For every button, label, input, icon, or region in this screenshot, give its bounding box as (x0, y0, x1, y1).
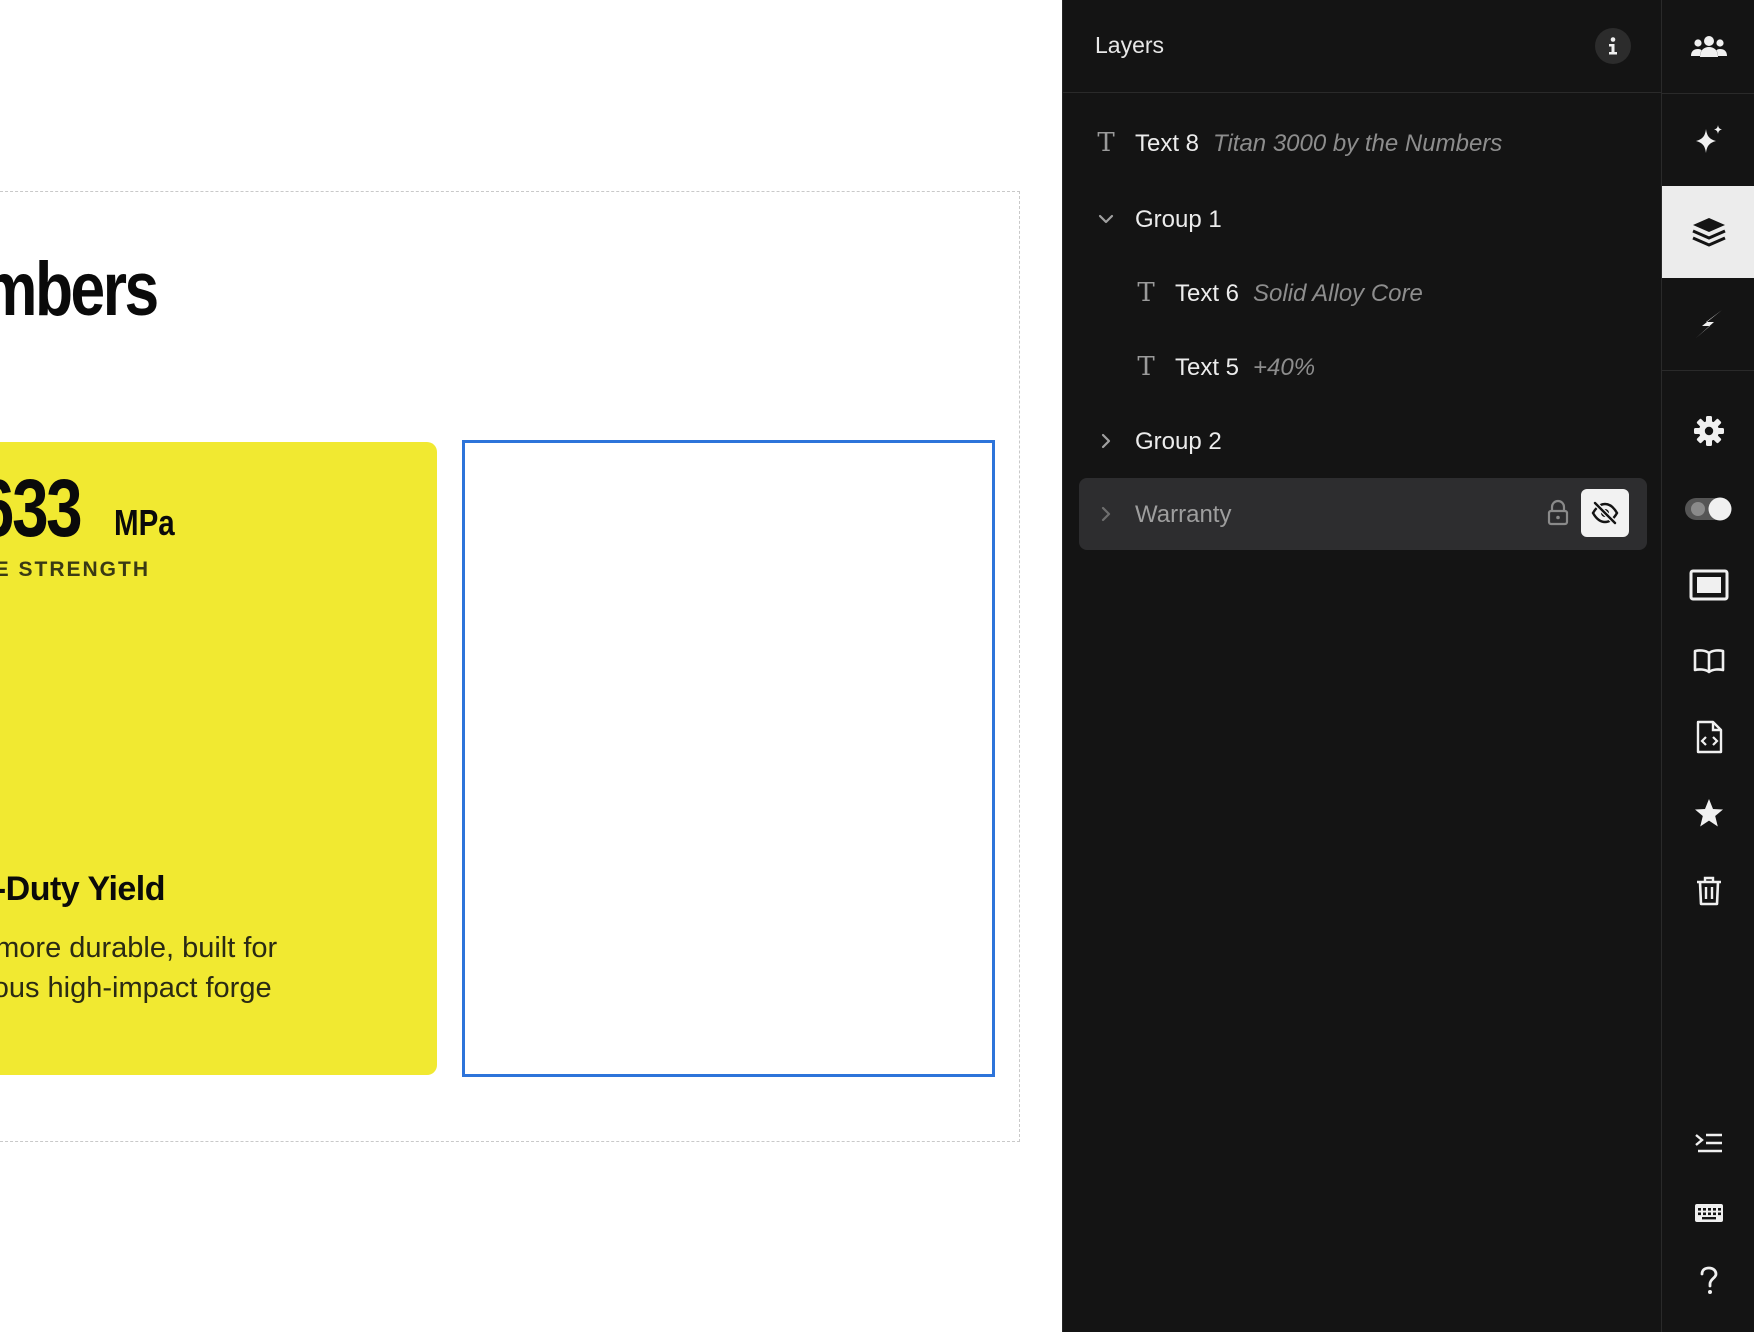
canvas-heading[interactable]: mbers (0, 246, 159, 333)
info-button[interactable] (1595, 28, 1631, 64)
text-type-icon: T (1137, 278, 1155, 308)
layer-row-text-5[interactable]: T Text 5 +40% (1079, 332, 1647, 402)
help-button[interactable] (1662, 1246, 1754, 1316)
visibility-toggle-button[interactable] (1581, 489, 1629, 537)
layers-tool-button[interactable] (1662, 186, 1754, 278)
layer-row-text-6[interactable]: T Text 6 Solid Alloy Core (1079, 258, 1647, 328)
layer-name: Group 1 (1135, 206, 1222, 233)
layers-panel: Layers T Text 8 Titan 3000 by the Number… (1062, 0, 1662, 1332)
layer-name: Text 5 (1175, 354, 1240, 381)
layers-icon (1691, 218, 1726, 247)
layer-name: Text 8 (1135, 130, 1200, 157)
layer-preview: Solid Alloy Core (1253, 280, 1423, 307)
layer-preview: Titan 3000 by the Numbers (1213, 130, 1503, 157)
keyboard-shortcuts-button[interactable] (1662, 1178, 1754, 1248)
gear-icon (1693, 416, 1724, 446)
card-body-line: inuous high-impact forge (0, 972, 272, 1004)
layer-row-warranty[interactable]: Warranty (1079, 478, 1647, 550)
card-body-line: . (0, 1008, 374, 1048)
info-icon (1609, 37, 1617, 55)
users-tool-button[interactable] (1662, 0, 1754, 93)
toggle-tool-button[interactable] (1662, 474, 1754, 544)
sparkle-icon (1695, 125, 1722, 153)
layer-name: Group 2 (1135, 428, 1222, 455)
code-file-icon (1696, 720, 1722, 754)
layer-name: Warranty (1135, 501, 1232, 528)
layer-preview: +40% (1253, 354, 1316, 381)
design-canvas[interactable]: mbers 633 MPa ILE STRENGTH vy-Duty Yield… (0, 0, 1062, 1332)
card-title: vy-Duty Yield (0, 870, 166, 908)
panel-title: Layers (1095, 32, 1165, 58)
outline-tool-button[interactable] (1662, 1108, 1754, 1178)
stat-label: ILE STRENGTH (0, 558, 151, 581)
frame-icon (1689, 569, 1728, 601)
right-toolbar (1661, 0, 1754, 1332)
layer-row-group-1[interactable]: Group 1 (1079, 184, 1647, 254)
chevron-right-icon[interactable] (1091, 426, 1121, 456)
card-body: 2× more durable, built for inuous high-i… (0, 928, 374, 1048)
layers-panel-header: Layers (1063, 0, 1662, 93)
stat-unit: MPa (114, 502, 175, 543)
favorites-tool-button[interactable] (1662, 778, 1754, 848)
chevron-right-icon[interactable] (1091, 499, 1121, 529)
delete-tool-button[interactable] (1662, 856, 1754, 926)
outline-icon (1694, 1133, 1722, 1153)
keyboard-icon (1694, 1204, 1723, 1222)
frame-tool-button[interactable] (1662, 550, 1754, 620)
selected-card-placeholder[interactable] (462, 440, 995, 1077)
lightning-icon (1695, 310, 1722, 338)
help-icon (1700, 1266, 1717, 1294)
settings-tool-button[interactable] (1662, 396, 1754, 466)
layer-row-text-8[interactable]: T Text 8 Titan 3000 by the Numbers (1079, 108, 1647, 178)
trash-icon (1696, 876, 1721, 906)
ai-tool-button[interactable] (1662, 94, 1754, 186)
text-type-icon: T (1137, 352, 1155, 382)
toggle-icon (1684, 497, 1731, 521)
layer-row-group-2[interactable]: Group 2 (1079, 406, 1647, 476)
star-icon (1694, 799, 1723, 827)
text-type-icon: T (1097, 128, 1115, 158)
interactions-tool-button[interactable] (1662, 278, 1754, 370)
library-tool-button[interactable] (1662, 626, 1754, 696)
lock-icon[interactable] (1545, 499, 1571, 527)
eye-off-icon (1591, 501, 1619, 525)
users-icon (1690, 35, 1727, 57)
stat-value: 633 (0, 463, 83, 554)
card-body-line: 2× more durable, built for (0, 932, 278, 964)
chevron-down-icon[interactable] (1091, 204, 1121, 234)
book-icon (1693, 649, 1724, 674)
layer-name: Text 6 (1175, 280, 1240, 307)
code-export-tool-button[interactable] (1662, 702, 1754, 772)
